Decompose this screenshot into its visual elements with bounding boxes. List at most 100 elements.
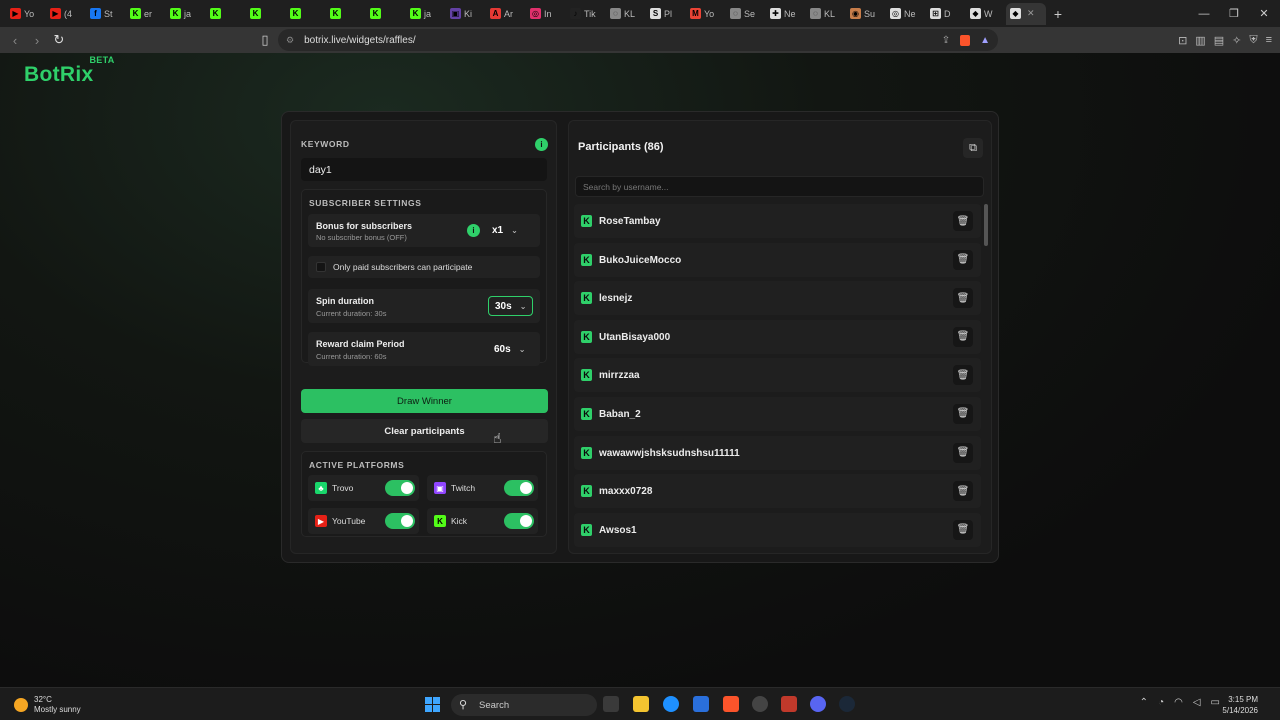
participant-search-input[interactable]: Search by username... bbox=[575, 176, 984, 197]
bonus-multiplier-select[interactable]: x1 ⌄ bbox=[486, 221, 524, 239]
taskbar-clock[interactable]: 3:15 PM 5/14/2026 bbox=[1222, 694, 1258, 716]
task-view-icon[interactable] bbox=[603, 696, 619, 712]
store-icon[interactable] bbox=[693, 696, 709, 712]
browser-tab[interactable]: ◆ ✕ bbox=[1006, 2, 1046, 25]
trash-icon[interactable]: 🗑 bbox=[953, 519, 973, 540]
browser-tab[interactable]: ◌ Se bbox=[726, 3, 766, 25]
only-paid-row[interactable]: Only paid subscribers can participate bbox=[308, 256, 540, 278]
trash-icon[interactable]: 🗑 bbox=[953, 326, 973, 347]
keyword-info-icon[interactable]: i bbox=[535, 138, 548, 151]
browser-tab[interactable]: A Ar bbox=[486, 3, 526, 25]
spin-duration-select[interactable]: 30s ⌄ bbox=[488, 296, 534, 316]
browser-tab[interactable]: ◌ KL bbox=[606, 3, 646, 25]
scrollbar-thumb[interactable] bbox=[984, 204, 988, 246]
platform-toggle[interactable] bbox=[504, 480, 534, 496]
back-icon[interactable]: ‹ bbox=[4, 29, 26, 51]
browser-tab[interactable]: K bbox=[246, 3, 286, 25]
browser-tab[interactable]: ◆ W bbox=[966, 3, 1006, 25]
browser-tab[interactable]: S Pl bbox=[646, 3, 686, 25]
vpn-icon[interactable]: ⛨ bbox=[1249, 34, 1257, 47]
participant-row: Klesnejz 🗑 bbox=[574, 281, 981, 316]
browser-tab[interactable]: K bbox=[206, 3, 246, 25]
weather-widget[interactable]: 32°C Mostly sunny bbox=[14, 695, 81, 715]
tab-label: Su bbox=[864, 8, 876, 19]
discord-icon[interactable] bbox=[810, 696, 826, 712]
file-explorer-icon[interactable] bbox=[633, 696, 649, 712]
browser-tab[interactable]: Kja bbox=[406, 3, 446, 25]
tab-label: Ne bbox=[784, 8, 796, 19]
copy-icon[interactable]: ⧉ bbox=[963, 138, 983, 158]
taskbar-search[interactable]: ⚲ Search bbox=[451, 694, 597, 716]
browser-tab[interactable]: K bbox=[326, 3, 366, 25]
keyword-input[interactable]: day1 bbox=[301, 158, 547, 181]
platform-toggle[interactable] bbox=[385, 480, 415, 496]
active-platforms: ACTIVE PLATFORMS ♣ Trovo ▣ Twitch ▶ YouTube K K… bbox=[301, 451, 547, 537]
browser-tab[interactable]: ◉ Su bbox=[846, 3, 886, 25]
only-paid-label: Only paid subscribers can participate bbox=[333, 262, 473, 272]
network-icon[interactable]: ◔ bbox=[1158, 697, 1164, 708]
only-paid-checkbox[interactable] bbox=[316, 262, 326, 272]
brave-icon[interactable] bbox=[723, 696, 739, 712]
browser-tab[interactable]: K bbox=[366, 3, 406, 25]
browser-tab[interactable]: ◎ Ne bbox=[886, 3, 926, 25]
browser-tab[interactable]: K bbox=[286, 3, 326, 25]
app-icon[interactable] bbox=[781, 696, 797, 712]
close-tab-icon[interactable]: ✕ bbox=[1027, 8, 1035, 19]
browser-tab[interactable]: Ker bbox=[126, 3, 166, 25]
start-icon[interactable] bbox=[425, 697, 441, 713]
browser-tab[interactable]: ▶ Yo bbox=[6, 3, 46, 25]
browser-tab[interactable]: Kja bbox=[166, 3, 206, 25]
reward-claim-select[interactable]: 60s ⌄ bbox=[488, 340, 531, 358]
wifi-icon[interactable]: ◠ bbox=[1174, 697, 1183, 708]
browser-tab[interactable]: ◌ KL bbox=[806, 3, 846, 25]
site-info-icon[interactable]: ⚙ bbox=[286, 35, 294, 46]
taskbar-search-label: Search bbox=[479, 699, 510, 711]
sidebar-icon[interactable]: ▥ bbox=[1195, 34, 1205, 47]
edge-icon[interactable] bbox=[663, 696, 679, 712]
minimize-icon[interactable]: — bbox=[1188, 0, 1220, 27]
leo-icon[interactable]: ✧ bbox=[1232, 34, 1241, 47]
trash-icon[interactable]: 🗑 bbox=[953, 249, 973, 270]
platform-name: Kick bbox=[451, 516, 468, 526]
new-tab-button[interactable]: + bbox=[1046, 6, 1070, 22]
browser-tab[interactable]: ♪ Tik bbox=[566, 3, 606, 25]
restore-icon[interactable]: ❐ bbox=[1218, 0, 1250, 27]
platform-toggle[interactable] bbox=[504, 513, 534, 529]
browser-tab[interactable]: ◎ In bbox=[526, 3, 566, 25]
trash-icon[interactable]: 🗑 bbox=[953, 365, 973, 386]
brave-shield-icon[interactable] bbox=[960, 34, 971, 46]
trash-icon[interactable]: 🗑 bbox=[953, 481, 973, 502]
bookmark-icon[interactable]: ▯ bbox=[254, 29, 276, 51]
bonus-info-icon[interactable]: i bbox=[467, 224, 480, 237]
trash-icon[interactable]: 🗑 bbox=[953, 442, 973, 463]
volume-icon[interactable]: ◁ bbox=[1193, 697, 1201, 708]
browser-tab[interactable]: ⊞ D bbox=[926, 3, 966, 25]
trash-icon[interactable]: 🗑 bbox=[953, 288, 973, 309]
steam-icon[interactable] bbox=[839, 696, 855, 712]
menu-icon[interactable]: ≡ bbox=[1266, 34, 1272, 47]
browser-tab[interactable]: ▶ (4 bbox=[46, 3, 86, 25]
reload-icon[interactable]: ↻ bbox=[48, 29, 70, 51]
battery-icon[interactable]: ▭ bbox=[1211, 697, 1220, 708]
screenshot-icon[interactable]: ⊡ bbox=[1178, 34, 1187, 47]
browser-tab[interactable]: ▣ Ki bbox=[446, 3, 486, 25]
tab-favicon-icon: ◌ bbox=[810, 8, 821, 19]
chevron-up-icon[interactable]: ⌃ bbox=[1140, 697, 1148, 708]
botrix-logo[interactable]: BotRixBETA bbox=[24, 55, 115, 87]
trash-icon[interactable]: 🗑 bbox=[953, 403, 973, 424]
clear-participants-button[interactable]: Clear participants bbox=[301, 419, 548, 443]
close-window-icon[interactable]: ✕ bbox=[1248, 0, 1280, 27]
brave-rewards-icon[interactable]: ▲ bbox=[980, 35, 990, 46]
share-icon[interactable]: ⇪ bbox=[942, 35, 950, 46]
address-bar[interactable]: ⚙ botrix.live/widgets/raffles/ ⇪ ▲ bbox=[278, 29, 998, 51]
participants-scrollbar[interactable] bbox=[984, 204, 988, 552]
forward-icon[interactable]: › bbox=[26, 29, 48, 51]
obs-icon[interactable] bbox=[752, 696, 768, 712]
trash-icon[interactable]: 🗑 bbox=[953, 211, 973, 231]
browser-tab[interactable]: M Yo bbox=[686, 3, 726, 25]
draw-winner-button[interactable]: Draw Winner bbox=[301, 389, 548, 413]
platform-toggle[interactable] bbox=[385, 513, 415, 529]
browser-tab[interactable]: ✚ Ne bbox=[766, 3, 806, 25]
wallet-icon[interactable]: ▤ bbox=[1214, 34, 1224, 47]
browser-tab[interactable]: f St bbox=[86, 3, 126, 25]
